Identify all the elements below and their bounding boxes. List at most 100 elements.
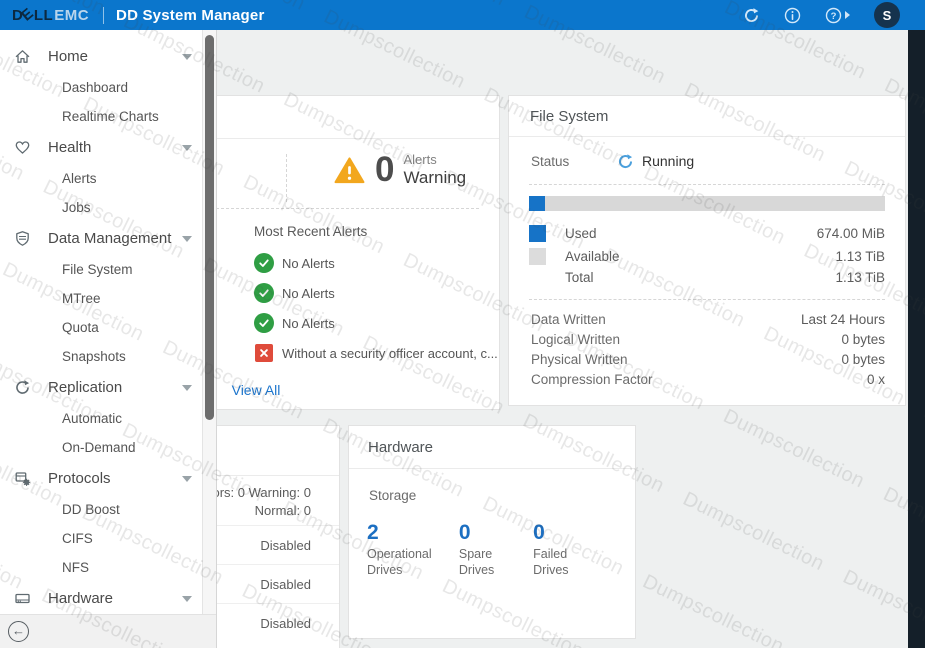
- service-row: Disabled: [260, 565, 311, 603]
- storage-section-label: Storage: [369, 488, 416, 503]
- watermark-text: Dumpscollection: [689, 405, 889, 566]
- status-value: Running: [642, 153, 694, 169]
- header-divider: [103, 7, 104, 24]
- logical-written-row: Logical Written 0 bytes: [531, 330, 885, 349]
- sidebar-item-snapshots[interactable]: Snapshots: [0, 342, 216, 371]
- sidebar-scrollbar-thumb[interactable]: [205, 35, 214, 420]
- navigation-sidebar: Home Dashboard Realtime Charts Health Al…: [0, 30, 217, 648]
- heart-icon: [13, 139, 31, 157]
- status-label: Status: [531, 154, 617, 169]
- info-icon[interactable]: [784, 7, 801, 24]
- sidebar-item-dd-boost[interactable]: DD Boost: [0, 495, 216, 524]
- app-title: DD System Manager: [116, 7, 264, 24]
- alert-row: No Alerts: [254, 278, 494, 308]
- help-caret-icon: [845, 11, 850, 19]
- sidebar-footer: ←: [0, 614, 216, 648]
- sidebar-item-file-system[interactable]: File System: [0, 255, 216, 284]
- user-avatar[interactable]: S: [874, 2, 900, 28]
- fs-separator: [529, 184, 885, 185]
- hardware-panel-title: Hardware: [368, 439, 433, 456]
- available-swatch: [529, 248, 546, 265]
- summary-divider: [286, 154, 287, 202]
- sidebar-item-dashboard[interactable]: Dashboard: [0, 73, 216, 102]
- error-icon: [255, 344, 273, 362]
- collapse-sidebar-icon[interactable]: ←: [8, 621, 29, 642]
- sidebar-item-replication[interactable]: Replication: [0, 371, 216, 404]
- recent-alerts-title: Most Recent Alerts: [254, 224, 367, 239]
- sidebar-item-realtime-charts[interactable]: Realtime Charts: [0, 102, 216, 131]
- help-menu[interactable]: ?: [825, 7, 850, 24]
- service-row: Disabled: [260, 604, 311, 642]
- sidebar-item-on-demand[interactable]: On-Demand: [0, 433, 216, 462]
- capacity-bar-fill: [529, 196, 545, 211]
- header-actions: ? S: [743, 0, 900, 30]
- service-row: Disabled: [260, 526, 311, 564]
- chevron-down-icon[interactable]: [182, 476, 192, 482]
- used-swatch: [529, 225, 546, 242]
- file-system-panel: File System Status Running Used 674.00 M…: [508, 95, 906, 406]
- app-header: DELL EMC DD System Manager ? S: [0, 0, 925, 30]
- spare-drives-stat: 0 Spare Drives: [459, 521, 533, 578]
- sidebar-scrollbar-track[interactable]: [202, 30, 216, 615]
- services-summary: rors: 0 Warning: 0 Normal: 0: [208, 484, 311, 519]
- nav-menu: Home Dashboard Realtime Charts Health Al…: [0, 30, 216, 615]
- sidebar-item-automatic[interactable]: Automatic: [0, 404, 216, 433]
- alert-row: Without a security officer account, c...: [254, 338, 494, 368]
- chevron-down-icon[interactable]: [182, 54, 192, 60]
- capacity-used-row: Used 674.00 MiB: [529, 222, 885, 244]
- sidebar-item-protocols[interactable]: Protocols: [0, 462, 216, 495]
- failed-drives-stat: 0 Failed Drives: [533, 521, 625, 578]
- sidebar-item-cifs[interactable]: CIFS: [0, 524, 216, 553]
- sidebar-item-health[interactable]: Health: [0, 131, 216, 164]
- sidebar-item-jobs[interactable]: Jobs: [0, 193, 216, 222]
- watermark-text: Dumpscollection: [608, 570, 808, 648]
- refresh-icon[interactable]: [743, 7, 760, 24]
- sidebar-item-home[interactable]: Home: [0, 40, 216, 73]
- sidebar-item-hardware[interactable]: Hardware: [0, 582, 216, 615]
- watermark-text: Dumpscollection: [649, 488, 849, 648]
- capacity-total-row: Total 1.13 TiB: [529, 266, 885, 288]
- dd-system-manager-window: 0 Alerts Warning Most Recent Alerts No A…: [0, 0, 925, 648]
- alert-row: No Alerts: [254, 308, 494, 338]
- compression-factor-row: Compression Factor 0 x: [531, 370, 885, 389]
- alert-row: No Alerts: [254, 248, 494, 278]
- sidebar-item-quota[interactable]: Quota: [0, 313, 216, 342]
- hardware-panel: Hardware Storage 2 Operational Drives 0 …: [348, 425, 636, 639]
- ok-icon: [254, 283, 274, 303]
- file-system-panel-title: File System: [530, 108, 608, 125]
- capacity-bar: [529, 196, 885, 211]
- sync-icon: [13, 379, 31, 397]
- warning-stat: 0 Alerts Warning: [333, 150, 466, 190]
- warning-icon: [333, 156, 366, 185]
- file-system-status-row: Status Running: [531, 148, 883, 174]
- sync-icon: [617, 153, 634, 170]
- data-written-row: Data Written Last 24 Hours: [531, 310, 885, 329]
- sidebar-item-mtree[interactable]: MTree: [0, 284, 216, 313]
- operational-drives-stat: 2 Operational Drives: [367, 521, 459, 578]
- chevron-down-icon[interactable]: [182, 385, 192, 391]
- home-icon: [13, 48, 31, 66]
- capacity-available-row: Available 1.13 TiB: [529, 245, 885, 267]
- warning-count: 0: [375, 150, 394, 190]
- chevron-down-icon[interactable]: [182, 145, 192, 151]
- chevron-down-icon[interactable]: [182, 236, 192, 242]
- storage-stats: 2 Operational Drives 0 Spare Drives 0 Fa…: [367, 521, 625, 578]
- warning-count-unit: Alerts: [403, 153, 466, 168]
- chevron-down-icon[interactable]: [182, 596, 192, 602]
- drive-icon: [13, 590, 31, 608]
- ok-icon: [254, 313, 274, 333]
- sidebar-item-alerts[interactable]: Alerts: [0, 164, 216, 193]
- help-icon[interactable]: ?: [825, 7, 842, 24]
- ok-icon: [254, 253, 274, 273]
- recent-alerts-list: No Alerts No Alerts No Alerts Without a …: [254, 248, 494, 368]
- sidebar-item-nfs[interactable]: NFS: [0, 553, 216, 582]
- shield-icon: [13, 230, 31, 248]
- right-edge-strip: [908, 30, 925, 648]
- dell-emc-logo: DELL EMC: [12, 7, 89, 24]
- fs-separator: [529, 299, 885, 300]
- physical-written-row: Physical Written 0 bytes: [531, 350, 885, 369]
- protocols-icon: [13, 470, 31, 488]
- svg-text:?: ?: [831, 11, 837, 22]
- warning-severity-label: Warning: [403, 168, 466, 188]
- sidebar-item-data-management[interactable]: Data Management: [0, 222, 216, 255]
